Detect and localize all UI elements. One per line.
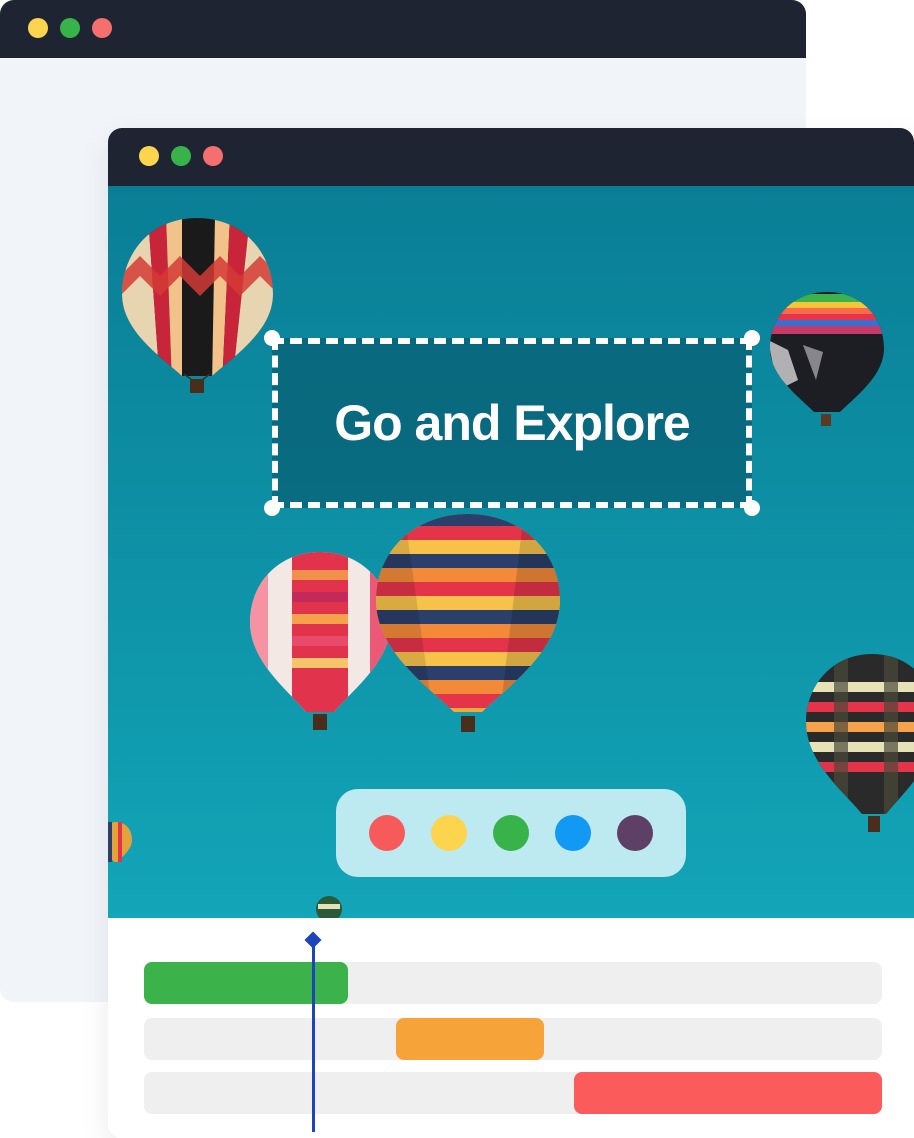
minimize-button[interactable] [139, 146, 159, 166]
app-stage: Go and Explore [0, 0, 914, 1138]
close-button[interactable] [203, 146, 223, 166]
resize-handle-bottom-left[interactable] [264, 500, 280, 516]
hot-air-balloon-image [806, 654, 914, 832]
hot-air-balloon-image [316, 896, 342, 918]
maximize-button[interactable] [171, 146, 191, 166]
color-swatch-yellow[interactable] [431, 815, 467, 851]
timeline-track [144, 1072, 882, 1114]
maximize-button[interactable] [60, 18, 80, 38]
color-palette [336, 789, 686, 877]
color-swatch-blue[interactable] [555, 815, 591, 851]
editor-window-titlebar [108, 128, 914, 186]
text-selection-box[interactable]: Go and Explore [272, 338, 752, 508]
back-window-titlebar [0, 0, 806, 58]
color-swatch-red[interactable] [369, 815, 405, 851]
hot-air-balloon-image [770, 292, 884, 426]
timeline-clip-green[interactable] [144, 962, 348, 1004]
hot-air-balloon-image [376, 514, 560, 732]
timeline-panel [108, 918, 914, 1138]
playhead-handle-icon[interactable] [304, 931, 322, 949]
timeline-clip-red[interactable] [574, 1072, 882, 1114]
resize-handle-top-left[interactable] [264, 330, 280, 346]
resize-handle-top-right[interactable] [744, 330, 760, 346]
hot-air-balloon-image [250, 552, 391, 730]
image-canvas[interactable]: Go and Explore [108, 186, 914, 918]
color-swatch-green[interactable] [493, 815, 529, 851]
editor-window: Go and Explore [108, 128, 914, 1138]
resize-handle-bottom-right[interactable] [744, 500, 760, 516]
timeline-track [144, 1018, 882, 1060]
timeline-clip-orange[interactable] [396, 1018, 544, 1060]
close-button[interactable] [92, 18, 112, 38]
hot-air-balloon-image [108, 822, 132, 862]
timeline-track [144, 962, 882, 1004]
minimize-button[interactable] [28, 18, 48, 38]
canvas-text-layer[interactable]: Go and Explore [334, 394, 691, 452]
timeline-playhead[interactable] [312, 940, 315, 1132]
color-swatch-purple[interactable] [617, 815, 653, 851]
hot-air-balloon-image [122, 218, 273, 393]
